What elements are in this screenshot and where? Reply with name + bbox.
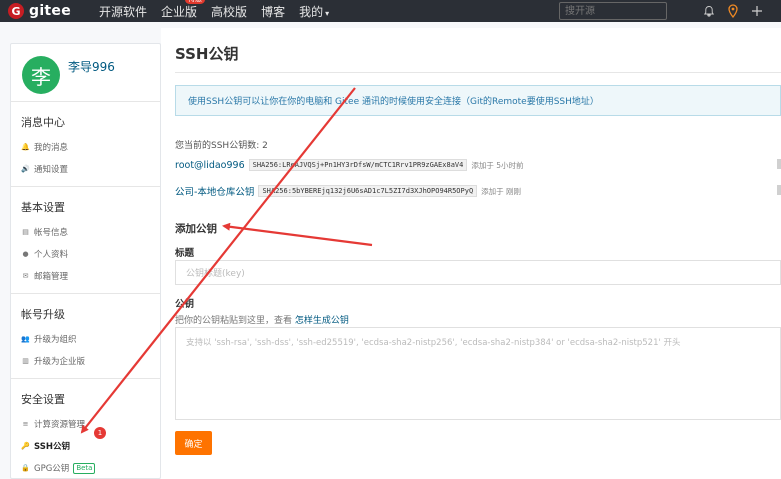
page-title: SSH公钥 <box>175 45 239 63</box>
ssh-key-row: root@lidao996 SHA256:LReAJVQSj+Pn1HY3rDf… <box>175 159 524 171</box>
title-label: 标题 <box>175 248 195 259</box>
key-fingerprint: SHA256:5bYBEREjq132j6U6sAD1c7L5ZI7d3XJhO… <box>258 185 478 197</box>
menu-section-upgrade: 帐号升级 👥 升级为组织 ▥ 升级为企业版 <box>11 294 160 379</box>
menu-section-title: 帐号升级 <box>21 308 65 321</box>
list-icon: ≡ <box>22 420 29 428</box>
key-name[interactable]: 公司-本地仓库公钥 <box>175 184 254 198</box>
key-added-time: 添加于 5小时前 <box>471 160 524 170</box>
sidebar-item-my-messages[interactable]: 🔔 我的消息 <box>11 136 160 158</box>
sidebar-item-label: 计算资源管理 <box>34 420 86 430</box>
add-key-heading: 添加公钥 <box>175 223 217 235</box>
top-icons <box>700 0 772 22</box>
key-icon: 🔑 <box>21 442 30 450</box>
sidebar-item-upgrade-org[interactable]: 👥 升级为组织 <box>11 328 160 350</box>
ssh-keys-panel: SSH公钥 使用SSH公钥可以让你在你的电脑和 Gitee 通讯的时候使用安全连… <box>161 28 781 479</box>
sidebar-item-label: 个人资料 <box>34 250 69 260</box>
nav-enterprise[interactable]: 企业版 特惠 <box>161 0 206 20</box>
search-input[interactable] <box>559 2 667 20</box>
sidebar-item-label: 邮箱管理 <box>34 272 69 282</box>
key-title-input[interactable]: 公钥标题(key) <box>175 260 781 285</box>
sidebar-item-profile[interactable]: ● 个人资料 <box>11 243 160 265</box>
nav-education[interactable]: 高校版 <box>211 3 247 20</box>
sidebar-item-label: 我的消息 <box>34 143 69 153</box>
sidebar-item-email[interactable]: ✉ 邮箱管理 <box>11 265 160 287</box>
menu-section-title: 基本设置 <box>21 201 65 214</box>
key-added-time: 添加于 刚刚 <box>481 186 522 196</box>
nav-enterprise-label: 企业版 <box>161 4 198 19</box>
row-edge-marker <box>777 185 781 195</box>
sidebar-item-label: GPG公钥 <box>34 464 70 474</box>
menu-section-title: 安全设置 <box>21 393 65 406</box>
gitee-logo-icon: G <box>8 3 24 19</box>
speaker-icon: 🔊 <box>21 165 30 173</box>
username[interactable]: 李导996 <box>68 58 115 75</box>
sidebar-item-compute-resources[interactable]: ≡ 计算资源管理 <box>11 413 160 435</box>
chevron-down-icon: ▾ <box>325 8 330 18</box>
promo-badge: 特惠 <box>185 0 206 4</box>
confirm-button[interactable]: 确定 <box>175 431 212 455</box>
top-navbar: G gitee 开源软件 企业版 特惠 高校版 博客 我的▾ <box>0 0 781 22</box>
info-notice: 使用SSH公钥可以让你在你的电脑和 Gitee 通讯的时候使用安全连接（Git的… <box>175 85 781 116</box>
gitee-logo[interactable]: G gitee <box>8 0 71 22</box>
sidebar-item-label: 通知设置 <box>34 165 69 175</box>
how-to-generate-link[interactable]: 怎样生成公钥 <box>295 316 349 326</box>
beta-badge: Beta <box>73 462 96 474</box>
nav-blog[interactable]: 博客 <box>261 3 285 20</box>
sidebar-item-notification-settings[interactable]: 🔊 通知设置 <box>11 158 160 180</box>
menu-section-messages: 消息中心 🔔 我的消息 🔊 通知设置 <box>11 102 160 187</box>
bell-icon[interactable] <box>700 0 718 22</box>
sidebar-item-account-info[interactable]: ▤ 帐号信息 <box>11 221 160 243</box>
gitee-logo-text: gitee <box>29 3 72 19</box>
key-count: 您当前的SSH公钥数: 2 <box>175 141 268 151</box>
menu-section-security: 安全设置 ≡ 计算资源管理 🔑 SSH公钥 🔒 GPG公钥 Beta <box>11 379 160 479</box>
key-hint-text: 把你的公钥粘贴到这里，查看 <box>175 316 293 326</box>
annotation-number-badge: 1 <box>94 427 106 439</box>
main-nav: 开源软件 企业版 特惠 高校版 博客 我的▾ <box>99 0 343 22</box>
envelope-icon: ✉ <box>22 272 29 280</box>
lock-icon: 🔒 <box>21 464 30 472</box>
sidebar-item-gpg-keys[interactable]: 🔒 GPG公钥 Beta <box>11 457 160 479</box>
building-icon: ▥ <box>22 357 29 365</box>
ssh-key-row: 公司-本地仓库公钥 SHA256:5bYBEREjq132j6U6sAD1c7L… <box>175 184 521 198</box>
location-pin-icon[interactable] <box>724 0 742 22</box>
bell-icon: 🔔 <box>21 143 30 151</box>
sidebar-item-label: 帐号信息 <box>34 228 69 238</box>
row-edge-marker <box>777 159 781 169</box>
avatar[interactable]: 李 <box>22 56 60 94</box>
nav-mine-label: 我的 <box>299 4 324 19</box>
key-name[interactable]: root@lidao996 <box>175 160 245 171</box>
settings-sidebar: 李 李导996 消息中心 🔔 我的消息 🔊 通知设置 基本设置 ▤ 帐号信息 ●… <box>10 43 161 479</box>
key-label: 公钥 <box>175 299 195 310</box>
nav-open-source[interactable]: 开源软件 <box>99 3 147 20</box>
title-divider <box>175 72 781 73</box>
sidebar-item-label: SSH公钥 <box>34 442 70 452</box>
menu-section-basic: 基本设置 ▤ 帐号信息 ● 个人资料 ✉ 邮箱管理 <box>11 187 160 294</box>
sidebar-item-label: 升级为组织 <box>34 335 77 345</box>
user-icon: ● <box>22 250 29 258</box>
key-hint: 把你的公钥粘贴到这里，查看 怎样生成公钥 <box>175 313 349 326</box>
public-key-textarea[interactable]: 支持以 'ssh-rsa', 'ssh-dss', 'ssh-ed25519',… <box>175 327 781 420</box>
group-icon: 👥 <box>21 335 30 343</box>
sidebar-item-ssh-keys[interactable]: 🔑 SSH公钥 <box>11 435 160 457</box>
key-fingerprint: SHA256:LReAJVQSj+Pn1HY3rDfsW/mCTC1Rrv1PR… <box>248 159 468 171</box>
nav-mine[interactable]: 我的 ▾ <box>299 3 329 20</box>
sidebar-item-upgrade-enterprise[interactable]: ▥ 升级为企业版 <box>11 350 160 372</box>
user-profile: 李 李导996 <box>11 44 160 102</box>
menu-section-title: 消息中心 <box>21 116 65 129</box>
sidebar-item-label: 升级为企业版 <box>34 357 86 367</box>
id-card-icon: ▤ <box>22 228 29 236</box>
plus-icon[interactable] <box>748 0 766 22</box>
